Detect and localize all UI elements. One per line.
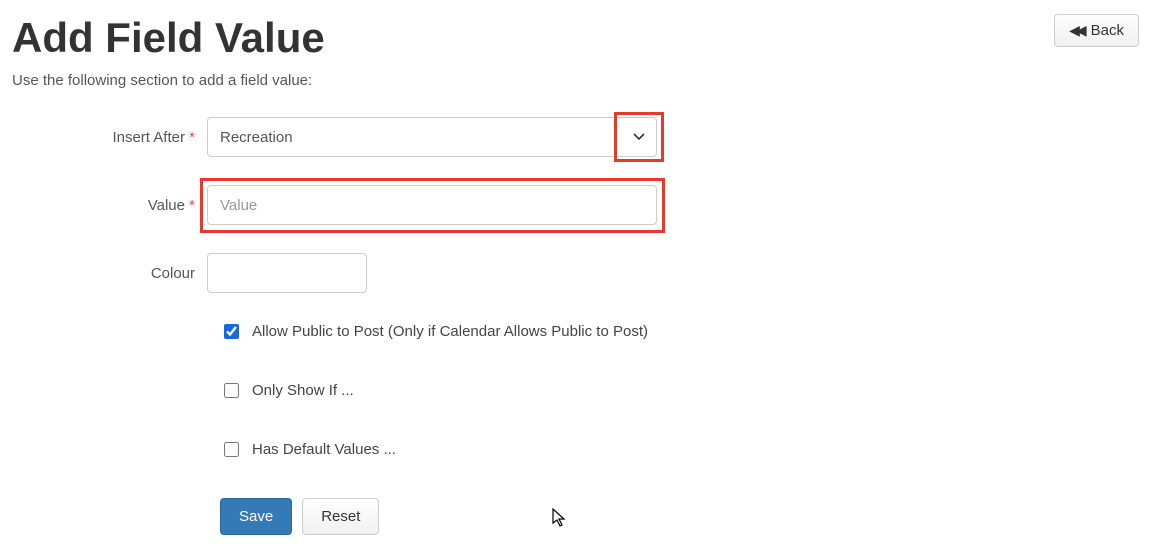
rewind-icon: ◀◀ (1069, 22, 1083, 39)
value-label: Value * (12, 197, 207, 214)
allow-public-checkbox[interactable] (224, 324, 239, 339)
save-button[interactable]: Save (220, 498, 292, 535)
insert-after-label: Insert After * (12, 129, 207, 146)
add-field-value-form: Insert After * Recreation Value * (12, 117, 1139, 535)
only-show-if-checkbox[interactable] (224, 383, 239, 398)
back-button-label: Back (1091, 22, 1124, 39)
has-default-values-label: Has Default Values ... (252, 441, 396, 458)
value-input[interactable] (207, 185, 657, 225)
only-show-if-label: Only Show If ... (252, 382, 354, 399)
reset-button[interactable]: Reset (302, 498, 379, 535)
colour-input[interactable] (207, 253, 367, 293)
back-button[interactable]: ◀◀ Back (1054, 14, 1139, 47)
allow-public-label: Allow Public to Post (Only if Calendar A… (252, 323, 648, 340)
page-subtitle: Use the following section to add a field… (12, 72, 1139, 89)
colour-label: Colour (12, 265, 207, 282)
insert-after-select[interactable]: Recreation (207, 117, 657, 157)
has-default-values-checkbox[interactable] (224, 442, 239, 457)
page-title: Add Field Value (12, 14, 1139, 62)
